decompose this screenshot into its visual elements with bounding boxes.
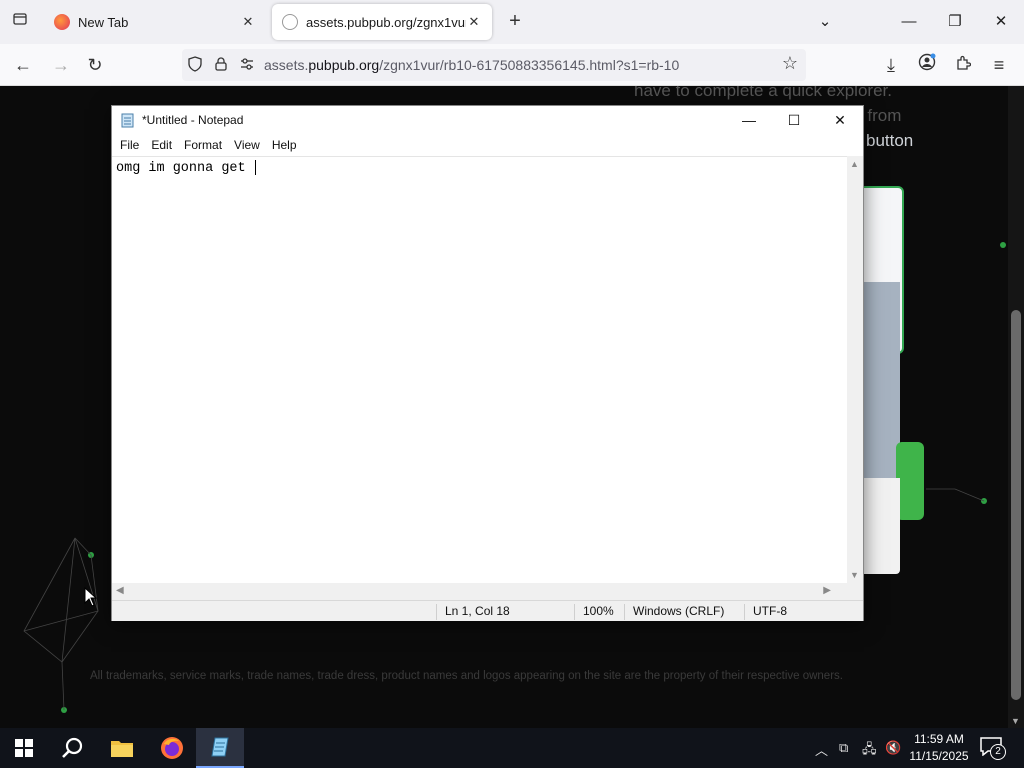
notepad-menu-bar: File Edit Format View Help [112,134,863,156]
menu-edit[interactable]: Edit [151,134,180,156]
tab-title: New Tab [78,14,129,30]
restore-button[interactable]: ❐ [940,8,970,36]
notepad-icon [121,113,134,128]
browser-tab-bar: New Tab ✕ assets.pubpub.org/zgnx1vur/rb … [0,0,1024,44]
scroll-down-icon[interactable]: ▼ [1011,716,1020,726]
search-icon[interactable] [48,728,96,768]
menu-format[interactable]: Format [184,134,230,156]
account-icon[interactable] [914,52,940,78]
notification-icon[interactable]: 2 [980,736,1014,760]
windows-start-icon[interactable] [0,728,48,768]
navigation-bar: ← → ↻ assets.pubpub.org/zgnx1vur/rb10-61… [0,44,1024,86]
notepad-title-bar[interactable]: *Untitled - Notepad — ☐ ✕ [112,106,863,134]
firefox-icon[interactable] [148,728,196,768]
notepad-window: *Untitled - Notepad — ☐ ✕ File Edit Form… [111,105,864,621]
notepad-close-button[interactable]: ✕ [818,108,862,132]
close-tab-icon[interactable]: ✕ [466,14,482,30]
notification-count: 2 [990,744,1006,760]
network-icon[interactable]: 🖧 [862,740,877,762]
shield-icon[interactable] [182,55,208,75]
status-line-ending: Windows (CRLF) [624,604,744,620]
back-button[interactable]: ← [10,52,36,78]
menu-file[interactable]: File [120,134,147,156]
footer-text: All trademarks, service marks, trade nam… [90,670,843,682]
tab-list-icon[interactable] [8,10,32,34]
tab-title: assets.pubpub.org/zgnx1vur/rb [306,14,466,30]
forward-button[interactable]: → [48,52,74,78]
scrollbar-thumb[interactable] [1011,310,1021,700]
page-scrollbar[interactable]: ▼ [1008,86,1024,728]
status-zoom: 100% [574,604,624,620]
notepad-status-bar: Ln 1, Col 18 100% Windows (CRLF) UTF-8 [112,600,863,621]
system-clock[interactable]: 11:59 AM 11/15/2025 [902,731,976,765]
notepad-minimize-button[interactable]: — [727,108,771,132]
tab-pubpub[interactable]: assets.pubpub.org/zgnx1vur/rb ✕ [272,4,492,40]
notepad-title: *Untitled - Notepad [142,113,244,127]
scroll-left-icon[interactable]: ◀ [116,585,124,596]
scroll-down-icon[interactable]: ▼ [850,570,859,580]
notepad-vertical-scrollbar[interactable]: ▲ ▼ [847,156,863,583]
notepad-horizontal-scrollbar[interactable]: ◀ ▶ [112,583,849,600]
volume-muted-icon[interactable]: 🔇 [885,740,901,756]
file-explorer-icon[interactable] [98,728,146,768]
status-encoding: UTF-8 [744,604,844,620]
globe-icon [282,14,298,30]
new-tab-button[interactable]: + [504,10,526,34]
scroll-right-icon[interactable]: ▶ [823,585,831,596]
status-position: Ln 1, Col 18 [436,604,574,620]
menu-help[interactable]: Help [272,134,305,156]
clock-date: 11/15/2025 [909,749,969,763]
notepad-text: omg im gonna get [116,161,254,177]
scroll-up-icon[interactable]: ▲ [850,159,859,169]
resize-grip[interactable] [847,583,863,600]
close-window-button[interactable]: ✕ [986,8,1016,36]
notepad-maximize-button[interactable]: ☐ [772,108,816,132]
list-all-tabs-button[interactable]: ⌄ [810,8,840,36]
extensions-icon[interactable] [950,52,976,78]
permissions-icon[interactable] [234,57,260,74]
taskbar: ︿ ⧉ 🖧 🔇 11:59 AM 11/15/2025 2 [0,728,1024,768]
notepad-text-area[interactable]: omg im gonna get [112,156,849,583]
minimize-button[interactable]: — [894,8,924,36]
mouse-cursor-icon [84,587,98,607]
clock-time: 11:59 AM [914,732,964,746]
chevron-up-icon[interactable]: ︿ [815,740,828,759]
address-bar[interactable]: assets.pubpub.org/zgnx1vur/rb10-61750883… [182,49,806,81]
meet-now-icon[interactable]: ⧉ [839,740,848,756]
menu-view[interactable]: View [234,134,268,156]
firefox-icon [54,14,70,30]
reload-button[interactable]: ↻ [82,52,108,78]
lock-icon[interactable] [208,56,234,74]
download-icon[interactable]: ⤓ [878,52,904,78]
star-icon[interactable]: ☆ [782,53,798,74]
text-caret [254,160,256,175]
notepad-icon[interactable] [196,728,244,768]
tab-new-tab[interactable]: New Tab ✕ [44,4,266,40]
menu-icon[interactable]: ≡ [986,52,1012,78]
url-text: assets.pubpub.org/zgnx1vur/rb10-61750883… [264,57,680,73]
close-tab-icon[interactable]: ✕ [240,14,256,30]
